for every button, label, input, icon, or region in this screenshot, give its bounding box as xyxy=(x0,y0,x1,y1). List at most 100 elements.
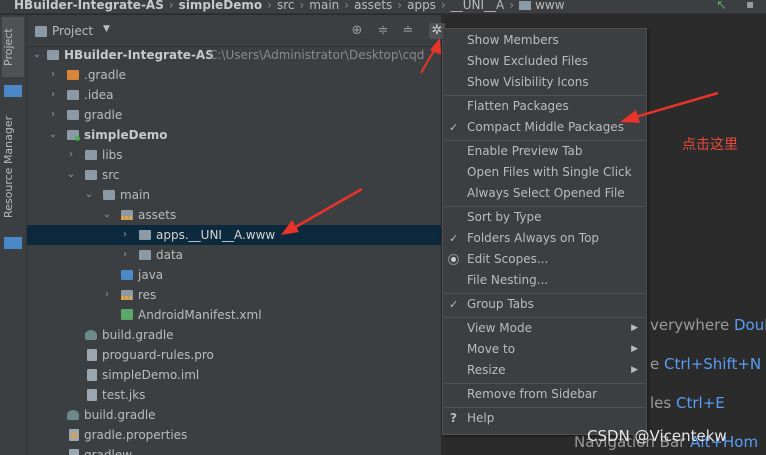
chevron-down-icon[interactable]: ⌄ xyxy=(65,165,77,185)
tree-row[interactable]: ⌄ main xyxy=(27,185,441,205)
tree-row[interactable]: › .idea xyxy=(27,85,441,105)
tree-row[interactable]: › .gradle xyxy=(27,65,441,85)
tab-resource-manager[interactable]: Resource Manager xyxy=(2,107,24,227)
hint-shortcut: Ctrl+Shift+N xyxy=(664,355,762,373)
menu-item-open-files-single-click[interactable]: Open Files with Single Click xyxy=(443,162,646,183)
tree-row[interactable]: › libs xyxy=(27,145,441,165)
panel-title[interactable]: Project xyxy=(52,24,93,38)
tree-row[interactable]: gradlew xyxy=(27,445,441,455)
tree-row[interactable]: build.gradle xyxy=(27,405,441,425)
menu-item-show-visibility-icons[interactable]: Show Visibility Icons xyxy=(443,72,646,93)
chevron-right-icon: ▶ xyxy=(631,365,638,375)
chevron-right-icon[interactable]: › xyxy=(101,285,113,305)
menu-item-compact-middle-packages[interactable]: ✓ Compact Middle Packages xyxy=(443,117,646,138)
run-icon[interactable]: ↖ xyxy=(716,0,727,13)
tab-project[interactable]: Project xyxy=(2,17,24,77)
module-icon xyxy=(67,130,80,141)
tree-row[interactable]: ⌄ assets xyxy=(27,205,441,225)
menu-item-flatten-packages[interactable]: Flatten Packages xyxy=(443,96,646,117)
tree-row[interactable]: ⌄ src xyxy=(27,165,441,185)
tree-row-root[interactable]: ⌄ HBuilder-Integrate-AS C:\Users\Adminis… xyxy=(27,45,441,65)
menu-item-edit-scopes[interactable]: Edit Scopes... xyxy=(443,249,646,270)
breadcrumb-item[interactable]: src xyxy=(277,0,295,12)
tree-row-selected[interactable]: › apps.__UNI__A.www xyxy=(27,225,441,245)
breadcrumb-item[interactable]: simpleDemo xyxy=(179,0,262,12)
chevron-down-icon[interactable]: ⌄ xyxy=(83,185,95,205)
properties-icon xyxy=(69,429,79,441)
tree-row[interactable]: test.jks xyxy=(27,385,441,405)
chevron-down-icon[interactable]: ⌄ xyxy=(47,125,59,145)
menu-item-enable-preview-tab[interactable]: Enable Preview Tab xyxy=(443,141,646,162)
menu-item-always-select-opened-file[interactable]: Always Select Opened File xyxy=(443,183,646,204)
hint-text: e xyxy=(650,355,660,373)
resource-manager-icon[interactable] xyxy=(4,85,22,97)
tree-label: gradle.properties xyxy=(84,428,188,442)
tree-row[interactable]: java xyxy=(27,265,441,285)
annotation-text: 点击这里 xyxy=(682,137,738,153)
menu-item-file-nesting[interactable]: File Nesting... xyxy=(443,270,646,291)
breadcrumb-item[interactable]: __UNI__A xyxy=(451,0,505,12)
settings-icon[interactable]: ▪ xyxy=(746,0,754,11)
tree-row[interactable]: build.gradle xyxy=(27,325,441,345)
file-icon xyxy=(87,389,97,401)
chevron-right-icon[interactable]: › xyxy=(47,85,59,105)
folder-icon xyxy=(67,90,79,100)
chevron-down-icon[interactable]: ⌄ xyxy=(31,45,43,65)
tree-row[interactable]: › res xyxy=(27,285,441,305)
target-icon[interactable]: ⊕ xyxy=(349,23,365,39)
check-icon: ✓ xyxy=(449,121,459,134)
tree-label: test.jks xyxy=(102,388,146,402)
project-panel: Project ▼ ⊕ ≑ ≐ ✲ ⌄ HBuilder-Integrate-A… xyxy=(27,15,445,455)
breadcrumb-item[interactable]: main xyxy=(309,0,339,12)
tree-label: main xyxy=(120,188,150,202)
menu-item-show-members[interactable]: Show Members xyxy=(443,30,646,51)
chevron-down-icon[interactable]: ⌄ xyxy=(101,205,113,225)
menu-item-remove-from-sidebar[interactable]: Remove from Sidebar xyxy=(443,384,646,405)
chevron-down-icon[interactable]: ▼ xyxy=(103,24,110,34)
menu-item-sort-by-type[interactable]: Sort by Type xyxy=(443,207,646,228)
breadcrumb-separator: › xyxy=(440,0,446,12)
structure-icon[interactable] xyxy=(4,237,22,249)
chevron-right-icon[interactable]: › xyxy=(47,105,59,125)
folder-icon xyxy=(103,190,115,200)
tree-label: simpleDemo.iml xyxy=(102,368,200,382)
breadcrumb-item[interactable]: apps xyxy=(407,0,436,12)
watermark: CSDN @Vicentekw xyxy=(587,427,727,445)
menu-item-label: Folders Always on Top xyxy=(467,231,600,245)
tree-label: java xyxy=(138,268,164,282)
menu-item-help[interactable]: ? Help xyxy=(443,408,646,429)
expand-all-icon[interactable]: ≑ xyxy=(375,23,391,39)
breadcrumb-item[interactable]: www xyxy=(535,0,564,12)
breadcrumb-bar: HBuilder-Integrate-AS › simpleDemo › src › mai… xyxy=(0,0,766,14)
menu-item-move-to[interactable]: Move to ▶ xyxy=(443,339,646,360)
menu-item-folders-always-on-top[interactable]: ✓ Folders Always on Top xyxy=(443,228,646,249)
collapse-all-icon[interactable]: ≐ xyxy=(400,23,416,39)
menu-item-label: Enable Preview Tab xyxy=(467,144,583,158)
menu-item-group-tabs[interactable]: ✓ Group Tabs xyxy=(443,294,646,315)
chevron-right-icon[interactable]: › xyxy=(65,145,77,165)
tree-row[interactable]: proguard-rules.pro xyxy=(27,345,441,365)
tree-row[interactable]: › data xyxy=(27,245,441,265)
tree-label: apps.__UNI__A.www xyxy=(156,228,276,242)
editor-hint: les Ctrl+E xyxy=(650,394,725,412)
tree-row[interactable]: ⌄ simpleDemo xyxy=(27,125,441,145)
chevron-right-icon: ▶ xyxy=(631,323,638,333)
editor-hint: e Ctrl+Shift+N xyxy=(650,355,761,373)
tree-row[interactable]: › gradle xyxy=(27,105,441,125)
breadcrumb-item[interactable]: assets xyxy=(354,0,392,12)
menu-item-view-mode[interactable]: View Mode ▶ xyxy=(443,318,646,339)
menu-item-resize[interactable]: Resize ▶ xyxy=(443,360,646,381)
editor-hint: verywhere Doub xyxy=(650,316,766,334)
breadcrumb-item[interactable]: HBuilder-Integrate-AS xyxy=(14,0,164,12)
chevron-right-icon[interactable]: › xyxy=(119,225,131,245)
menu-item-label: Resize xyxy=(467,363,506,377)
tree-row[interactable]: simpleDemo.iml xyxy=(27,365,441,385)
tree-row[interactable]: gradle.properties xyxy=(27,425,441,445)
tree-row[interactable]: AndroidManifest.xml xyxy=(27,305,441,325)
menu-item-show-excluded-files[interactable]: Show Excluded Files xyxy=(443,51,646,72)
chevron-right-icon[interactable]: › xyxy=(47,65,59,85)
hint-shortcut: Ctrl+E xyxy=(676,394,725,412)
gradle-icon xyxy=(85,330,97,340)
menu-item-label: Show Members xyxy=(467,33,559,47)
chevron-right-icon[interactable]: › xyxy=(119,245,131,265)
